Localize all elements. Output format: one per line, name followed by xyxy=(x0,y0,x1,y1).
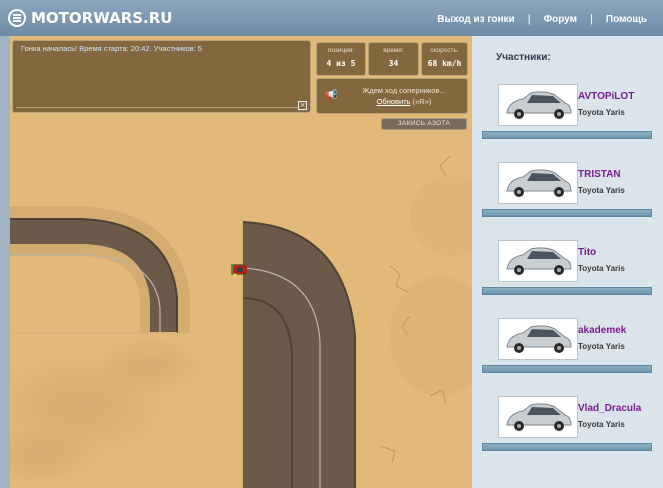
participant-progress-bar xyxy=(482,209,652,217)
participant-car: Toyota Yaris xyxy=(578,186,625,195)
forum-link[interactable]: Форум xyxy=(544,14,577,25)
exit-race-link[interactable]: Выход из гонки xyxy=(437,14,514,25)
participant-progress-bar xyxy=(482,131,652,139)
participants-sidebar: Участники: AVTOPiLOT Toyota Yaris TRISTA… xyxy=(472,36,663,488)
top-nav: Выход из гонки | Форум | Помощь xyxy=(437,13,647,25)
turn-status-panel: 📢 Ждем ход соперников... Обновить («R») xyxy=(316,78,468,114)
player-car xyxy=(231,264,247,277)
nitro-button[interactable]: ЗАКИСЬ АЗОТА xyxy=(381,118,467,130)
car-thumbnail xyxy=(498,318,578,360)
participant-progress-bar xyxy=(482,443,652,451)
megaphone-icon: 📢 xyxy=(325,90,338,101)
race-log-message: Гонка началась! Время старта: 20:42. Уча… xyxy=(21,44,202,53)
speed-stat: скорость: 68 km/h xyxy=(421,42,468,76)
participants-title: Участники: xyxy=(496,52,551,63)
wait-message: Ждем ход соперников... xyxy=(362,86,446,95)
close-icon[interactable]: × xyxy=(298,101,307,110)
race-log-panel: Гонка началась! Время старта: 20:42. Уча… xyxy=(12,40,311,113)
participant-card[interactable]: TRISTAN Toyota Yaris xyxy=(482,156,652,222)
speed-label: скорость: xyxy=(430,47,459,54)
help-link[interactable]: Помощь xyxy=(606,14,647,25)
participant-car: Toyota Yaris xyxy=(578,342,625,351)
logo-text: MOTORWARS.RU xyxy=(31,9,173,27)
sand-dune xyxy=(95,336,205,396)
participant-card[interactable]: Tito Toyota Yaris xyxy=(482,234,652,300)
position-label: позиция: xyxy=(327,47,355,54)
car-image-icon xyxy=(506,91,572,119)
participant-name[interactable]: AVTOPiLOT xyxy=(578,91,634,102)
car-thumbnail xyxy=(498,162,578,204)
log-divider xyxy=(16,107,298,108)
nav-separator: | xyxy=(590,13,593,25)
participant-name[interactable]: TRISTAN xyxy=(578,169,621,180)
time-value: 34 xyxy=(388,59,399,68)
car-image-icon xyxy=(506,247,572,275)
participant-progress-bar xyxy=(482,365,652,373)
speed-value: 68 km/h xyxy=(427,59,462,68)
car-image-icon xyxy=(506,325,572,353)
logo-icon xyxy=(8,9,26,27)
participant-progress-bar xyxy=(482,287,652,295)
participant-card[interactable]: akademek Toyota Yaris xyxy=(482,312,652,378)
participant-name[interactable]: Vlad_Dracula xyxy=(578,403,641,414)
race-track-view[interactable]: Гонка началась! Время старта: 20:42. Уча… xyxy=(10,36,472,488)
refresh-link[interactable]: Обновить xyxy=(377,97,411,106)
nav-separator: | xyxy=(527,13,531,25)
turn-status-text: Ждем ход соперников... Обновить («R») xyxy=(345,85,463,107)
participant-card[interactable]: AVTOPiLOT Toyota Yaris xyxy=(482,78,652,144)
car-thumbnail xyxy=(498,84,578,126)
position-value: 4 из 5 xyxy=(326,59,356,68)
participant-car: Toyota Yaris xyxy=(578,420,625,429)
car-image-icon xyxy=(506,169,572,197)
participant-name[interactable]: akademek xyxy=(578,325,626,336)
participant-car: Toyota Yaris xyxy=(578,264,625,273)
participant-car: Toyota Yaris xyxy=(578,108,625,117)
refresh-hotkey: («R») xyxy=(412,97,432,106)
site-logo[interactable]: MOTORWARS.RU xyxy=(8,7,172,29)
time-stat: время: 34 xyxy=(368,42,419,76)
participant-name[interactable]: Tito xyxy=(578,247,596,258)
car-thumbnail xyxy=(498,396,578,438)
header-bar: MOTORWARS.RU Выход из гонки | Форум | По… xyxy=(0,0,663,36)
participant-card[interactable]: Vlad_Dracula Toyota Yaris xyxy=(482,390,652,456)
car-thumbnail xyxy=(498,240,578,282)
time-label: время: xyxy=(383,47,404,54)
car-image-icon xyxy=(506,403,572,431)
position-stat: позиция: 4 из 5 xyxy=(316,42,366,76)
